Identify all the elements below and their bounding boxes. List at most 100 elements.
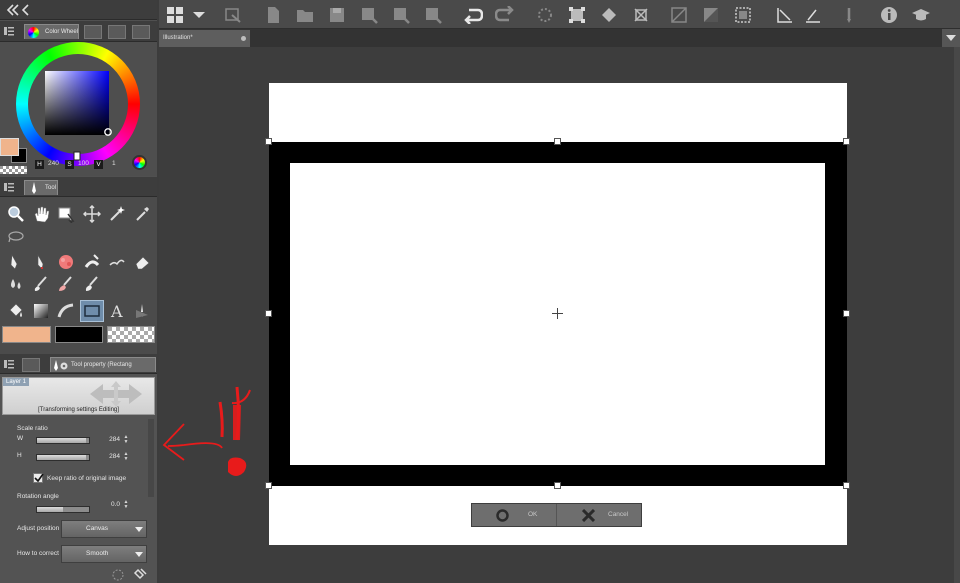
fill-button[interactable]	[599, 5, 619, 25]
new-file-button[interactable]	[263, 5, 283, 25]
tab-tool[interactable]: Tool	[24, 180, 58, 195]
clear-button[interactable]	[535, 5, 555, 25]
width-spinner[interactable]: ▲ ▼	[123, 435, 129, 445]
transform-handle-right[interactable]	[843, 310, 850, 317]
undo-button[interactable]	[463, 5, 483, 25]
close-tab-icon[interactable]	[241, 36, 246, 41]
rotation-value[interactable]: 0.0	[100, 501, 120, 508]
tab-tool-property[interactable]: Tool property (Rectang	[50, 357, 156, 372]
transform-center-icon[interactable]	[552, 308, 563, 319]
tool-airbrush[interactable]	[54, 251, 78, 273]
tool-eyedropper[interactable]	[130, 203, 154, 225]
tab-color-set[interactable]	[84, 25, 102, 39]
transform-handle-bottom-left[interactable]	[265, 482, 272, 489]
tool-zoom[interactable]	[4, 203, 28, 225]
tool-balloon[interactable]	[130, 300, 154, 322]
adjust-position-dropdown[interactable]: Canvas	[61, 520, 147, 538]
color-wheel-tab-label: Color Wheel	[45, 29, 79, 35]
height-slider[interactable]	[36, 454, 90, 461]
snap-button[interactable]	[803, 5, 823, 25]
transform-handle-top-left[interactable]	[265, 138, 272, 145]
save-button[interactable]	[327, 5, 347, 25]
tool-eraser[interactable]	[130, 251, 154, 273]
invert-selection-button[interactable]	[701, 5, 721, 25]
tool-lasso[interactable]	[4, 226, 28, 248]
rotation-slider[interactable]	[36, 506, 90, 513]
transform-handle-bottom[interactable]	[554, 482, 561, 489]
tab-color-wheel[interactable]: Color Wheel	[24, 24, 79, 39]
height-spinner[interactable]: ▲ ▼	[123, 452, 129, 462]
cancel-button[interactable]: Cancel	[558, 504, 642, 526]
tool-move[interactable]	[29, 203, 53, 225]
tool-auto-select[interactable]	[105, 203, 129, 225]
invert-selection-icon	[704, 8, 718, 22]
width-slider[interactable]	[36, 437, 90, 444]
v-value[interactable]: 1	[112, 160, 116, 167]
width-value[interactable]: 284	[100, 436, 120, 443]
s-value[interactable]: 100	[78, 160, 89, 167]
zoom-out-button[interactable]	[391, 5, 411, 25]
tool-fill-drop[interactable]	[4, 273, 28, 295]
tool-pencil[interactable]	[29, 251, 53, 273]
info-button[interactable]	[879, 5, 899, 25]
tool-operation[interactable]	[54, 203, 78, 225]
main-color-chip[interactable]	[0, 138, 19, 156]
height-value[interactable]: 284	[100, 453, 120, 460]
tool-figure[interactable]	[80, 300, 104, 322]
select-all-button[interactable]	[733, 5, 753, 25]
property-scrollbar[interactable]	[148, 419, 154, 497]
hue-picker-handle[interactable]	[73, 151, 81, 161]
crop-button[interactable]	[631, 5, 651, 25]
workspace-button[interactable]	[165, 5, 185, 25]
redo-button[interactable]	[495, 5, 515, 25]
tool-ink[interactable]	[80, 273, 104, 295]
tab-sub-tool[interactable]	[22, 358, 40, 372]
sub-color-bar[interactable]	[55, 326, 103, 343]
tool-move-layer[interactable]	[80, 203, 104, 225]
ok-button[interactable]: OK	[472, 504, 557, 526]
color-wheel[interactable]	[16, 42, 140, 166]
rotation-spinner[interactable]: ▲ ▼	[123, 500, 129, 510]
tool-blend[interactable]	[80, 251, 104, 273]
ruler-button[interactable]	[775, 5, 795, 25]
tool-decoration[interactable]	[105, 251, 129, 273]
vertical-scrollbar[interactable]	[954, 47, 960, 583]
panel-menu-icon[interactable]	[4, 182, 14, 192]
collapse-left-icon[interactable]	[4, 4, 30, 16]
zoom-in-button[interactable]	[359, 5, 379, 25]
fit-view-button[interactable]	[423, 5, 443, 25]
transform-handle-top[interactable]	[554, 138, 561, 145]
how-to-correct-dropdown[interactable]: Smooth	[61, 545, 147, 563]
main-color-bar[interactable]	[2, 326, 51, 343]
tool-pen[interactable]	[4, 251, 28, 273]
tool-gradient[interactable]	[29, 300, 53, 322]
clip-studio-button[interactable]	[223, 5, 243, 25]
h-value[interactable]: 240	[48, 160, 59, 167]
tab-approximate-color[interactable]	[132, 25, 150, 39]
learn-button[interactable]	[911, 5, 931, 25]
crop-icon	[634, 8, 648, 22]
tool-paint-brush[interactable]	[29, 273, 53, 295]
panel-menu-icon[interactable]	[4, 359, 14, 369]
tool-watercolor[interactable]	[54, 273, 78, 295]
tool-contour[interactable]	[54, 300, 78, 322]
transform-handle-left[interactable]	[265, 310, 272, 317]
tool-text[interactable]: A	[105, 300, 129, 322]
tool-fill[interactable]	[4, 300, 28, 322]
tab-list-dropdown[interactable]	[942, 29, 960, 47]
transparent-color-swatch[interactable]	[0, 166, 27, 174]
color-mode-icon[interactable]	[132, 155, 147, 170]
open-file-button[interactable]	[295, 5, 315, 25]
workspace-menu-button[interactable]	[189, 5, 209, 25]
save-icon	[330, 8, 344, 22]
keep-ratio-checkbox[interactable]	[33, 473, 44, 483]
tab-illustration[interactable]: Illustration*	[159, 30, 250, 47]
tab-intermediate-color[interactable]	[108, 25, 126, 39]
transform-handle-bottom-right[interactable]	[843, 482, 850, 489]
pen-pressure-button[interactable]	[839, 5, 859, 25]
transparent-color-bar[interactable]	[107, 326, 155, 343]
deselect-button[interactable]	[669, 5, 689, 25]
transform-button[interactable]	[567, 5, 587, 25]
transform-handle-top-right[interactable]	[843, 138, 850, 145]
panel-menu-icon[interactable]	[4, 26, 14, 36]
